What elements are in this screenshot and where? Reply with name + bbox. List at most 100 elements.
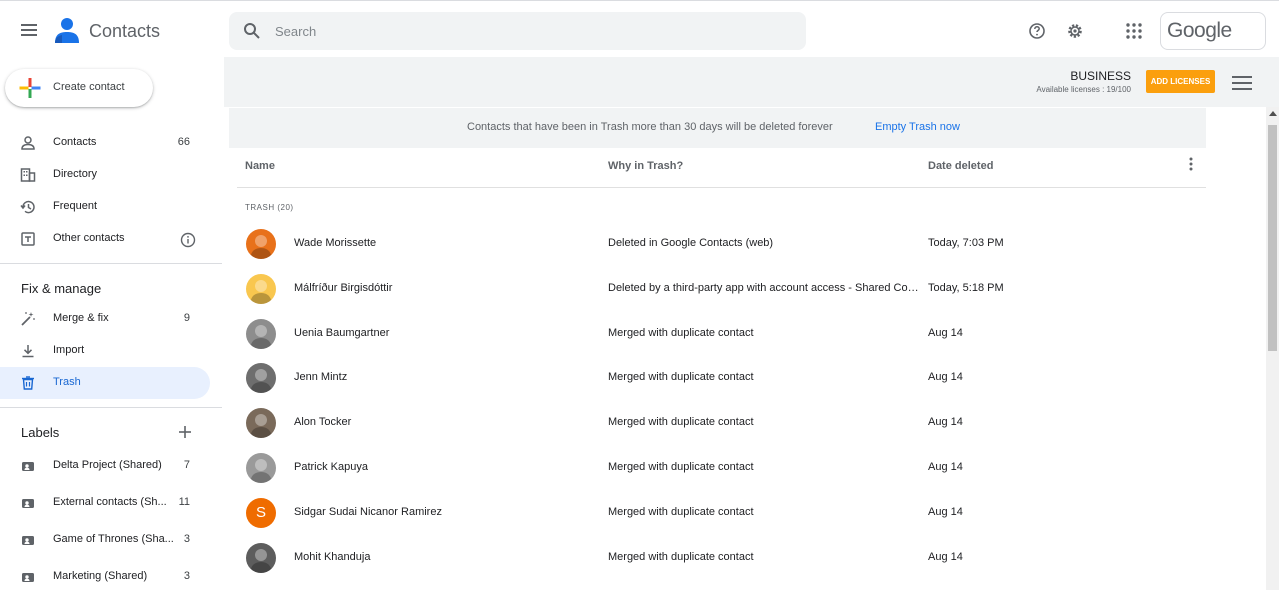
table-row[interactable]: Patrick Kapuya Merged with duplicate cont…: [237, 446, 1206, 490]
table-row[interactable]: Málfríður Birgisdóttir Deleted by a third…: [237, 267, 1206, 311]
row-date: Aug 14: [928, 505, 963, 518]
row-date: Aug 14: [928, 326, 963, 339]
row-reason: Deleted by a third-party app with accoun…: [608, 281, 924, 294]
empty-trash-link[interactable]: Empty Trash now: [875, 121, 960, 133]
sidebar-item-label: Frequent: [53, 200, 98, 212]
top-bar: Contacts Google: [0, 1, 1279, 57]
fix-manage-heading: Fix & manage: [21, 281, 102, 296]
scrollbar[interactable]: [1266, 107, 1279, 590]
row-name: Sidgar Sudai Nicanor Ramirez: [294, 505, 442, 518]
table-row[interactable]: Alon Tocker Merged with duplicate contact…: [237, 401, 1206, 445]
sidebar-item-label: Merge & fix: [53, 312, 109, 324]
info-icon[interactable]: [180, 232, 196, 248]
sidebar-item-label-external-contacts[interactable]: External contacts (Sh... 11: [0, 487, 210, 519]
sidebar-item-directory[interactable]: Directory: [0, 159, 210, 191]
sidebar-item-merge-fix[interactable]: Merge & fix 9: [0, 303, 210, 335]
labels-heading: Labels: [21, 425, 60, 440]
sidebar-item-label: Game of Thrones (Sha...: [53, 533, 174, 545]
sidebar-item-contacts[interactable]: Contacts 66: [0, 127, 210, 159]
row-reason: Merged with duplicate contact: [608, 326, 754, 339]
add-label-icon[interactable]: [176, 423, 194, 441]
avatar-photo-icon: [250, 548, 272, 573]
notice-text: Contacts that have been in Trash more th…: [467, 121, 833, 133]
table-row[interactable]: Mohit Khanduja Merged with duplicate cont…: [237, 536, 1206, 580]
sidebar-item-trash[interactable]: Trash: [0, 367, 210, 399]
search-bar[interactable]: [229, 12, 806, 50]
label-count: 11: [178, 496, 190, 508]
more-vert-icon[interactable]: [1183, 156, 1199, 172]
scrollbar-thumb[interactable]: [1268, 125, 1277, 351]
main-menu-button[interactable]: [16, 17, 42, 43]
row-date: Aug 14: [928, 461, 963, 473]
settings-gear-icon[interactable]: [1065, 21, 1085, 41]
contacts-count: 66: [177, 136, 190, 148]
table-row[interactable]: Wade Morissette Deleted in Google Contact…: [237, 222, 1206, 266]
avatar: [246, 363, 276, 394]
table-row[interactable]: Uenia Baumgartner Merged with duplicate c…: [237, 312, 1206, 356]
trash-notice: Contacts that have been in Trash more th…: [229, 108, 1206, 148]
row-reason: Merged with duplicate contact: [608, 416, 754, 429]
plus-icon: [19, 78, 41, 98]
sidebar-item-label: Contacts: [53, 136, 97, 148]
avatar: [246, 318, 276, 349]
create-contact-button[interactable]: Create contact: [5, 69, 153, 107]
sidebar-item-label: Import: [53, 344, 85, 356]
business-title: BUSINESS: [1070, 69, 1131, 83]
sidebar-item-label-delta-project[interactable]: Delta Project (Shared) 7: [0, 450, 210, 482]
trash-icon: [22, 376, 34, 390]
avatar-initial: S: [255, 503, 266, 521]
shared-label-icon: [22, 462, 34, 471]
sidebar-divider: [0, 407, 222, 408]
sidebar-item-import[interactable]: Import: [0, 335, 210, 367]
column-header-date: Date deleted: [928, 160, 994, 172]
row-name: Uenia Baumgartner: [294, 326, 390, 339]
shared-label-icon: [22, 573, 34, 582]
google-logo-text: Google: [1167, 19, 1232, 42]
magic-wand-icon: [21, 312, 35, 326]
trash-section-label: TRASH (20): [245, 203, 294, 212]
sidebar-item-label-game-of-thrones[interactable]: Game of Thrones (Sha... 3: [0, 524, 210, 556]
row-date: Aug 14: [928, 550, 963, 563]
avatar-photo-icon: [250, 369, 272, 394]
business-menu-icon[interactable]: [1232, 75, 1252, 91]
add-to-box-icon: [21, 232, 35, 246]
google-account-button[interactable]: Google: [1160, 12, 1266, 50]
add-licenses-button[interactable]: ADD LICENSES: [1146, 70, 1215, 93]
row-reason: Deleted in Google Contacts (web): [608, 237, 774, 249]
row-reason: Merged with duplicate contact: [608, 550, 754, 563]
avatar-photo-icon: [250, 235, 272, 259]
row-reason: Merged with duplicate contact: [608, 371, 754, 384]
avatar-photo-icon: [250, 414, 272, 439]
row-name: Málfríður Birgisdóttir: [294, 281, 393, 294]
avatar: [246, 408, 276, 439]
row-name: Jenn Mintz: [294, 371, 348, 384]
create-contact-label: Create contact: [53, 81, 125, 93]
available-licenses: Available licenses : 19/100: [1036, 85, 1131, 94]
help-icon[interactable]: [1027, 21, 1047, 41]
row-date: Today, 5:18 PM: [928, 281, 1004, 294]
table-row[interactable]: S Sidgar Sudai Nicanor Ramirez Merged with…: [237, 491, 1206, 535]
shared-label-icon: [22, 536, 34, 545]
label-count: 3: [183, 570, 190, 582]
row-reason: Merged with duplicate contact: [608, 505, 754, 518]
business-bar: BUSINESS Available licenses : 19/100 ADD…: [224, 57, 1279, 107]
search-input[interactable]: [275, 20, 775, 42]
sidebar-divider: [0, 263, 222, 264]
avatar: [246, 229, 276, 259]
apps-grid-icon[interactable]: [1124, 21, 1144, 41]
avatar: [246, 273, 276, 304]
sidebar-item-frequent[interactable]: Frequent: [0, 191, 210, 223]
row-date: Aug 14: [928, 371, 963, 384]
table-header-divider: [237, 187, 1206, 188]
sidebar-item-label-marketing[interactable]: Marketing (Shared) 3: [0, 561, 210, 590]
column-header-name: Name: [245, 160, 275, 172]
row-reason: Merged with duplicate contact: [608, 461, 754, 473]
table-row[interactable]: Jenn Mintz Merged with duplicate contact A…: [237, 356, 1206, 400]
avatar-photo-icon: [250, 279, 272, 304]
sidebar-item-other-contacts[interactable]: Other contacts: [0, 223, 210, 255]
search-icon[interactable]: [243, 22, 261, 40]
scroll-up-arrow-icon[interactable]: [1269, 111, 1277, 116]
history-icon: [20, 200, 35, 214]
contacts-app: Contacts Google: [0, 0, 1279, 590]
contacts-logo-icon: [55, 18, 79, 43]
